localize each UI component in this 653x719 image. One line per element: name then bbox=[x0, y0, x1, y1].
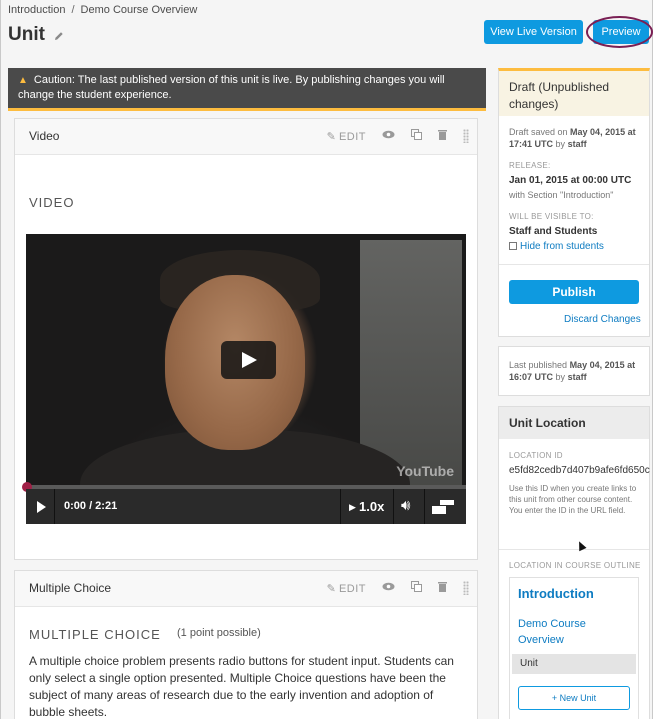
warning-icon: ▲ bbox=[18, 75, 28, 86]
hide-label: Hide from students bbox=[520, 241, 604, 252]
edit-button[interactable]: ✎ EDIT bbox=[327, 582, 366, 595]
outline-current-unit: Unit bbox=[512, 654, 636, 674]
video-heading: VIDEO bbox=[29, 195, 75, 210]
breadcrumb-parent-link[interactable]: Introduction bbox=[8, 4, 65, 16]
component-actions: ✎ EDIT bbox=[311, 129, 469, 143]
outline-label: LOCATION IN COURSE OUTLINE bbox=[509, 561, 641, 570]
background-window bbox=[360, 240, 462, 485]
caution-banner: ▲ Caution: The last published version of … bbox=[8, 68, 486, 111]
control-divider bbox=[340, 489, 341, 524]
unit-location-title: Unit Location bbox=[499, 407, 649, 439]
visibility-eye-icon[interactable] bbox=[382, 582, 395, 594]
location-id-help: Use this ID when you create links to thi… bbox=[509, 484, 637, 515]
edit-label: EDIT bbox=[338, 130, 366, 143]
video-player: YouTube 0:00 / 2:21 ▶ 1.0x 🔊︎ bbox=[22, 234, 466, 524]
pencil-icon: ✎ bbox=[326, 582, 336, 595]
new-unit-label: New Unit bbox=[559, 693, 597, 703]
last-published-card: Last published May 04, 2015 at 16:07 UTC… bbox=[498, 346, 650, 396]
caution-text: Caution: The last published version of t… bbox=[18, 74, 445, 101]
duplicate-icon[interactable] bbox=[411, 581, 422, 595]
release-label: RELEASE: bbox=[509, 161, 551, 170]
drag-handle-icon[interactable] bbox=[463, 581, 469, 595]
component-name: Multiple Choice bbox=[29, 581, 112, 595]
outline-subsection-link[interactable]: Demo Course Overview bbox=[518, 616, 628, 648]
visibility-label: WILL BE VISIBLE TO: bbox=[509, 212, 594, 221]
pencil-icon[interactable] bbox=[53, 30, 65, 42]
course-outline-box: Introduction Demo Course Overview Unit +… bbox=[509, 577, 639, 719]
edit-label: EDIT bbox=[338, 582, 366, 595]
edit-button[interactable]: ✎ EDIT bbox=[327, 130, 366, 143]
duplicate-icon[interactable] bbox=[411, 129, 422, 143]
saved-prefix: Draft saved on bbox=[509, 127, 568, 137]
saved-by-prefix: by bbox=[555, 139, 566, 149]
hide-checkbox[interactable] bbox=[509, 242, 517, 250]
component-actions: ✎ EDIT bbox=[311, 581, 469, 595]
publish-button[interactable]: Publish bbox=[509, 280, 639, 304]
play-icon[interactable] bbox=[37, 501, 46, 513]
plus-icon: + bbox=[551, 693, 558, 703]
release-section: with Section "Introduction" bbox=[509, 190, 614, 200]
published-by: staff bbox=[567, 372, 587, 382]
published-prefix: Last published bbox=[509, 360, 568, 370]
publish-status-card: Draft (Unpublished changes) Draft saved … bbox=[498, 68, 650, 337]
new-unit-button[interactable]: + New Unit bbox=[518, 686, 630, 710]
video-frame[interactable]: YouTube bbox=[30, 240, 462, 485]
visibility-eye-icon[interactable] bbox=[382, 130, 395, 142]
points-possible: (1 point possible) bbox=[177, 627, 261, 639]
divider bbox=[499, 264, 649, 265]
control-divider bbox=[393, 489, 394, 524]
location-id-value[interactable]: e5fd82cedb7d407b9afe6fd650c bbox=[509, 465, 650, 476]
control-divider bbox=[54, 489, 55, 524]
speed-button[interactable]: 1.0x bbox=[359, 499, 384, 514]
outline-section-link[interactable]: Introduction bbox=[518, 586, 594, 601]
control-divider bbox=[424, 489, 425, 524]
breadcrumb-current-link[interactable]: Demo Course Overview bbox=[81, 4, 198, 16]
draft-saved-info: Draft saved on May 04, 2015 at 17:41 UTC… bbox=[509, 126, 645, 150]
visibility-value: Staff and Students bbox=[509, 226, 598, 237]
problem-description: A multiple choice problem presents radio… bbox=[29, 654, 454, 719]
big-play-button[interactable] bbox=[221, 341, 276, 379]
draft-status-title: Draft (Unpublished changes) bbox=[499, 71, 649, 116]
pencil-icon: ✎ bbox=[326, 130, 336, 143]
published-by-prefix: by bbox=[555, 372, 566, 382]
video-controls: 0:00 / 2:21 ▶ 1.0x 🔊︎ bbox=[26, 489, 466, 524]
trash-icon[interactable] bbox=[438, 129, 447, 143]
fullscreen-icon[interactable] bbox=[432, 500, 454, 514]
hide-from-students-toggle[interactable]: Hide from students bbox=[509, 241, 604, 252]
speed-arrow-icon: ▶ bbox=[349, 502, 356, 512]
view-live-version-button[interactable]: View Live Version bbox=[484, 20, 583, 44]
preview-button[interactable]: Preview bbox=[593, 20, 649, 44]
release-date: Jan 01, 2015 at 00:00 UTC bbox=[509, 175, 632, 186]
problem-heading: MULTIPLE CHOICE bbox=[29, 627, 161, 642]
divider bbox=[499, 549, 649, 550]
breadcrumb: Introduction / Demo Course Overview bbox=[8, 4, 197, 16]
component-header: Video ✎ EDIT bbox=[15, 119, 477, 155]
volume-icon[interactable]: 🔊︎ bbox=[401, 497, 410, 514]
drag-handle-icon[interactable] bbox=[463, 129, 469, 143]
trash-icon[interactable] bbox=[438, 581, 447, 595]
component-header: Multiple Choice ✎ EDIT bbox=[15, 571, 477, 607]
saved-by: staff bbox=[567, 139, 587, 149]
discard-changes-link[interactable]: Discard Changes bbox=[564, 314, 641, 325]
multiple-choice-component: Multiple Choice ✎ EDIT MULTIPLE CHOICE (… bbox=[14, 570, 478, 719]
breadcrumb-separator: / bbox=[71, 4, 75, 16]
page-title: Unit bbox=[8, 24, 45, 45]
video-time: 0:00 / 2:21 bbox=[64, 500, 118, 512]
location-id-label: LOCATION ID bbox=[509, 451, 563, 460]
youtube-logo: YouTube bbox=[396, 463, 454, 479]
unit-location-card: Unit Location LOCATION ID e5fd82cedb7d40… bbox=[498, 406, 650, 719]
component-name: Video bbox=[29, 129, 60, 143]
video-component: Video ✎ EDIT VIDEO YouTube 0:00 / 2:21 ▶… bbox=[14, 118, 478, 560]
last-published-info: Last published May 04, 2015 at 16:07 UTC… bbox=[509, 359, 645, 383]
